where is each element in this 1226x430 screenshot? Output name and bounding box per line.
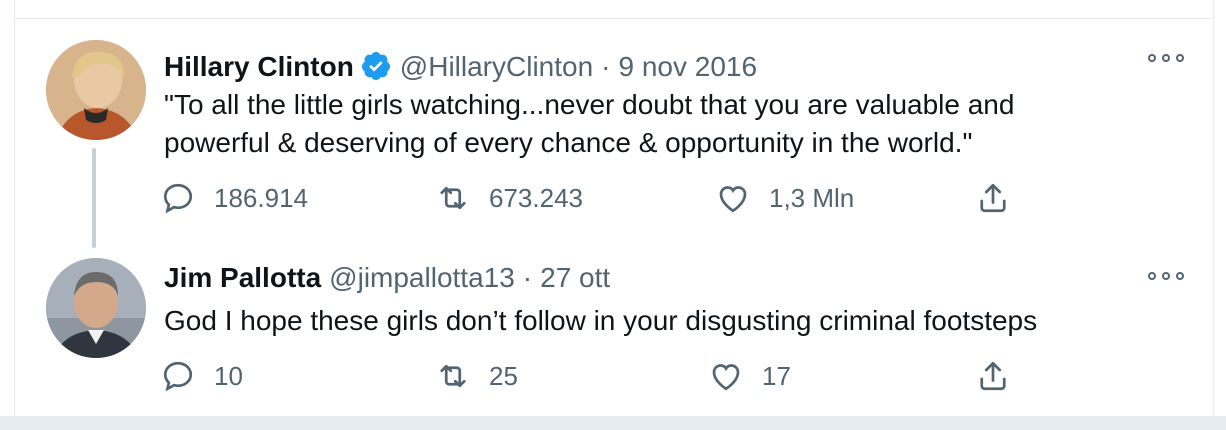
tweet-text: God I hope these girls don’t follow in y… (164, 302, 1144, 340)
like-count: 1,3 Mln (769, 182, 855, 213)
tweet-header: Hillary Clinton @HillaryClinton · 9 nov … (164, 44, 757, 84)
author-name[interactable]: Jim Pallotta (164, 261, 321, 295)
header-separator: · (522, 262, 533, 293)
share-button[interactable] (975, 356, 1029, 396)
author-handle[interactable]: @jimpallotta13 (329, 261, 515, 295)
avatar-hillary-clinton[interactable] (46, 40, 146, 140)
share-icon (980, 361, 1006, 391)
share-button[interactable] (975, 178, 1029, 218)
retweet-icon (440, 364, 466, 388)
tweet-header: Jim Pallotta @jimpallotta13 · 27 ott (164, 261, 610, 295)
reply-icon (163, 361, 193, 392)
reply-count: 10 (214, 360, 243, 391)
retweet-button[interactable]: 673.243 (435, 178, 583, 218)
reply-button[interactable]: 186.914 (160, 178, 308, 218)
retweet-count: 673.243 (489, 182, 583, 213)
top-divider (14, 18, 1212, 19)
tweet-text-line: "To all the little girls watching...neve… (164, 89, 1015, 120)
share-icon (980, 183, 1006, 213)
header-separator: · (601, 51, 611, 82)
thread-connector-line (92, 148, 96, 248)
tweet-actions: 186.914 673.243 1,3 Mln (160, 178, 1060, 218)
like-icon (712, 364, 740, 391)
like-count: 17 (762, 360, 791, 391)
avatar-jim-pallotta[interactable] (46, 258, 146, 358)
more-options-icon[interactable] (1148, 266, 1184, 286)
tweet-date[interactable]: 9 nov 2016 (619, 50, 758, 84)
reply-icon (163, 183, 193, 214)
retweet-button[interactable]: 25 (435, 356, 518, 396)
author-handle[interactable]: @HillaryClinton (400, 50, 593, 84)
like-icon (719, 186, 747, 213)
verified-badge-icon (360, 50, 392, 82)
like-button[interactable]: 1,3 Mln (715, 178, 854, 218)
tweet-date[interactable]: 27 ott (540, 261, 610, 295)
more-options-icon[interactable] (1148, 48, 1184, 68)
tweet-text-line: powerful & deserving of every chance & o… (164, 127, 973, 158)
tweet-actions: 10 25 17 (160, 356, 1060, 396)
retweet-count: 25 (489, 360, 518, 391)
bottom-separator (0, 416, 1226, 430)
tweet-text: "To all the little girls watching...neve… (164, 86, 1144, 162)
like-button[interactable]: 17 (708, 356, 791, 396)
reply-count: 186.914 (214, 182, 308, 213)
retweet-icon (440, 186, 466, 210)
author-name[interactable]: Hillary Clinton (164, 50, 354, 84)
reply-button[interactable]: 10 (160, 356, 243, 396)
tweet-text-line: God I hope these girls don’t follow in y… (164, 305, 1038, 336)
